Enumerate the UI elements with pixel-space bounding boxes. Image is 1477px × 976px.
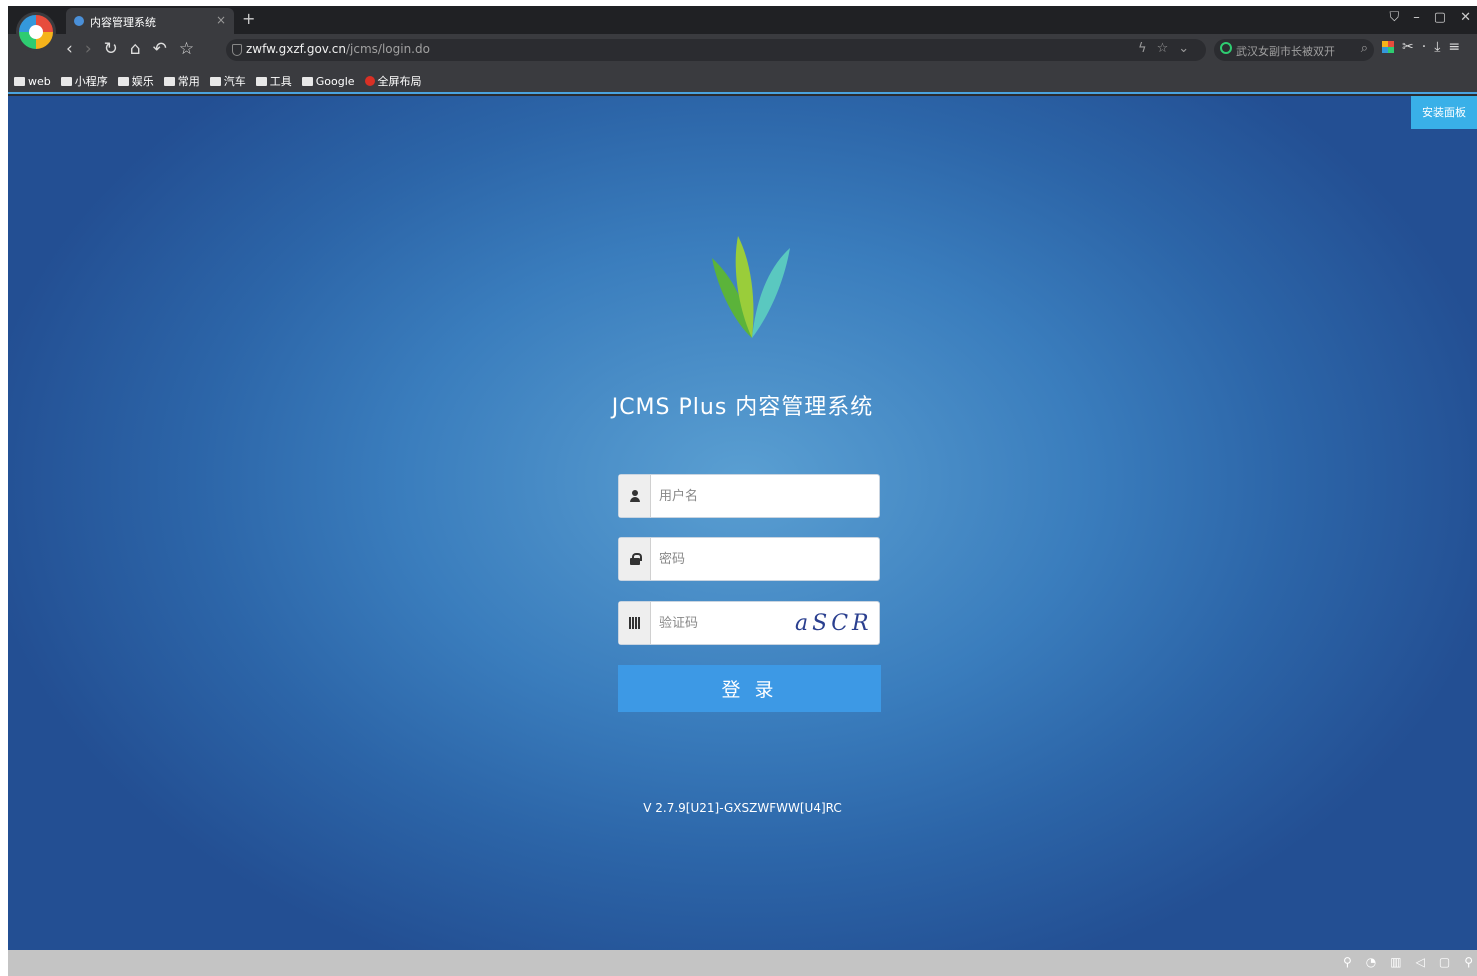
password-field: [618, 537, 880, 581]
username-addon: [619, 475, 651, 517]
user-icon: [629, 490, 640, 502]
bookmark-label: 小程序: [74, 75, 108, 88]
install-panel-button[interactable]: 安装面板: [1411, 96, 1477, 129]
toolbar-icons: ✂ · ⤓ ≡: [1382, 39, 1460, 55]
password-input[interactable]: [652, 538, 878, 580]
star-icon[interactable]: ☆: [179, 39, 194, 59]
history-icon[interactable]: ◔: [1366, 955, 1376, 969]
url-text[interactable]: zwfw.gxzf.gov.cn/jcms/login.do: [246, 42, 430, 56]
bookmark-tools[interactable]: 工具: [255, 73, 292, 89]
bookmark-label: 全屏布局: [377, 75, 422, 88]
bookmark-label: Google: [315, 74, 355, 88]
captcha-addon: [619, 602, 651, 644]
login-page: 安装面板 JCMS Plus 内容管理系统 aSCR 登 录 V 2.7.9[U…: [8, 96, 1477, 950]
reload-icon[interactable]: ↻: [104, 39, 118, 59]
folder-icon: [209, 76, 221, 86]
bookmark-google[interactable]: Google: [301, 73, 355, 89]
search-engine-icon: [1220, 42, 1232, 54]
tab-active[interactable]: 内容管理系统 ×: [66, 8, 234, 34]
bookmark-star-icon[interactable]: ☆: [1157, 41, 1169, 56]
address-actions: ϟ ☆ ⌄: [1138, 41, 1189, 56]
username-field: [618, 474, 880, 518]
tab-favicon-icon: [74, 16, 84, 26]
folder-icon: [14, 76, 25, 86]
bookmark-label: web: [28, 74, 51, 88]
jcms-logo-icon: [712, 236, 790, 338]
security-shield-icon: [232, 44, 242, 56]
captcha-input[interactable]: [652, 602, 792, 644]
menu-icon[interactable]: ≡: [1448, 39, 1460, 55]
restore-icon[interactable]: ▢: [1434, 10, 1446, 25]
search-suggestion[interactable]: 武汉女副市长被双开: [1236, 43, 1335, 59]
status-bar: ⚲ ◔ ▥ ◁ ▢ ⚲: [8, 950, 1477, 976]
folder-icon: [60, 76, 72, 86]
nav-buttons: ‹ › ↻ ⌂ ↶ ☆: [66, 39, 194, 59]
captcha-text: aSCR: [795, 611, 871, 636]
home-icon[interactable]: ⌂: [130, 39, 141, 59]
download-icon[interactable]: ⤓: [1434, 39, 1440, 55]
minimize-icon[interactable]: –: [1413, 10, 1420, 25]
search-icon[interactable]: ⌕: [1361, 41, 1368, 56]
file-icon: [301, 76, 313, 86]
undo-icon[interactable]: ↶: [153, 39, 167, 59]
nav-bar: ‹ › ↻ ⌂ ↶ ☆ zwfw.gxzf.gov.cn/jcms/login.…: [8, 34, 1477, 66]
window-controls: ⛉ – ▢ ✕: [1390, 10, 1471, 25]
skin-icon[interactable]: ⛉: [1390, 10, 1400, 25]
bookmark-entertainment[interactable]: 娱乐: [117, 73, 154, 89]
dot-menu-icon[interactable]: ·: [1422, 39, 1426, 55]
address-bar[interactable]: zwfw.gxzf.gov.cn/jcms/login.do: [226, 39, 1206, 61]
bookmark-web[interactable]: web: [14, 73, 51, 89]
tab-close-icon[interactable]: ×: [216, 13, 226, 27]
tab-title: 内容管理系统: [90, 16, 156, 29]
chevron-down-icon[interactable]: ⌄: [1178, 41, 1189, 56]
search-box[interactable]: 武汉女副市长被双开 ⌕: [1214, 39, 1374, 61]
browser-window: 内容管理系统 × + ⛉ – ▢ ✕ ‹ › ↻ ⌂ ↶ ☆ zwfw.gxzf…: [8, 6, 1477, 976]
bookmark-label: 汽车: [223, 75, 246, 88]
browser-logo[interactable]: [16, 12, 56, 52]
barcode-icon: [629, 617, 640, 629]
url-path: /jcms/login.do: [345, 42, 430, 56]
trash-icon[interactable]: ▥: [1390, 955, 1401, 969]
bookmark-common[interactable]: 常用: [163, 73, 200, 89]
lock-icon: [629, 553, 642, 565]
bookmark-car[interactable]: 汽车: [209, 73, 246, 89]
version-text: V 2.7.9[U21]-GXSZWFWW[U4]RC: [643, 801, 842, 815]
close-window-icon[interactable]: ✕: [1460, 10, 1471, 25]
new-tab-button[interactable]: +: [242, 9, 255, 28]
page-title: JCMS Plus 内容管理系统: [611, 395, 874, 420]
username-input[interactable]: [652, 475, 878, 517]
folder-icon: [163, 76, 175, 86]
scissors-icon[interactable]: ✂: [1402, 39, 1414, 55]
bookmark-miniprogram[interactable]: 小程序: [60, 73, 108, 89]
captcha-field: aSCR: [618, 601, 880, 645]
back-icon[interactable]: ‹: [66, 39, 73, 59]
bookmark-fullscreen[interactable]: 全屏布局: [364, 73, 422, 89]
bookmark-label: 工具: [269, 75, 292, 88]
url-host: zwfw.gxzf.gov.cn: [246, 42, 346, 56]
sound-icon[interactable]: ◁: [1416, 955, 1425, 969]
folder-icon: [255, 76, 267, 86]
bookmarks-bar: web 小程序 娱乐 常用 汽车 工具 Google 全屏布局: [8, 66, 1477, 94]
forward-icon[interactable]: ›: [85, 39, 92, 59]
captcha-image[interactable]: aSCR: [789, 608, 871, 638]
login-button[interactable]: 登 录: [618, 665, 881, 712]
window-icon[interactable]: ▢: [1439, 955, 1450, 969]
rocket-icon[interactable]: ⚲: [1343, 955, 1352, 969]
password-addon: [619, 538, 651, 580]
bookmark-label: 娱乐: [131, 75, 154, 88]
tab-strip: 内容管理系统 × + ⛉ – ▢ ✕: [8, 6, 1477, 34]
site-favicon-icon: [364, 76, 375, 86]
folder-icon: [117, 76, 129, 86]
lightning-icon[interactable]: ϟ: [1138, 41, 1147, 56]
apps-grid-icon[interactable]: [1382, 41, 1394, 53]
zoom-icon[interactable]: ⚲: [1464, 955, 1473, 969]
bookmark-label: 常用: [177, 75, 200, 88]
